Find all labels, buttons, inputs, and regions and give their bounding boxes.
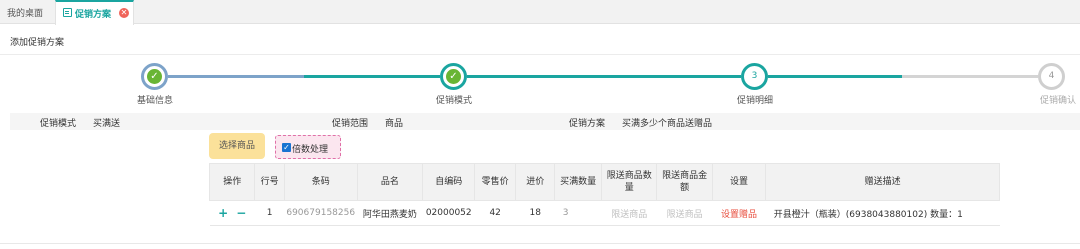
step-4-label: 促销确认: [1039, 96, 1076, 106]
tab-promotion-plan[interactable]: 促销方案 ✕: [55, 0, 134, 25]
step-4-circle: 4: [1038, 63, 1065, 90]
step-connector: [467, 75, 741, 78]
cell-limit-qty[interactable]: 限送商品: [601, 200, 657, 226]
cell-cost: 18: [515, 200, 555, 226]
col-qty: 买满数量: [554, 163, 603, 201]
scope-value: 商品: [385, 119, 404, 129]
divider: [0, 54, 1080, 55]
set-gift-link[interactable]: 设置赠品: [712, 200, 766, 226]
cell-barcode: 690679158256: [284, 200, 358, 226]
cell-line: 1: [254, 200, 285, 226]
step-1-label: 基础信息: [136, 96, 173, 106]
col-retail: 零售价: [474, 163, 517, 201]
col-setting: 设置: [711, 163, 767, 201]
multiple-label: 倍数处理: [292, 145, 329, 155]
multiple-checkbox-wrap[interactable]: ✓ 倍数处理: [275, 135, 341, 159]
tab-bar: 我的桌面 促销方案 ✕: [0, 0, 1080, 25]
divider: [0, 243, 1080, 244]
mode-key: 促销模式: [40, 119, 77, 129]
col-cost: 进价: [515, 163, 556, 201]
mode-value: 买满送: [93, 119, 121, 129]
page-title: 添加促销方案: [10, 38, 65, 48]
list-icon: [63, 8, 72, 17]
step-connector: [902, 75, 1038, 78]
col-code: 自编码: [422, 163, 476, 201]
col-line: 行号: [254, 163, 285, 201]
table-header-row: 操作 行号 条码 品名 自编码 零售价 进价 买满数量 限送商品数量 限送商品金…: [208, 163, 1000, 201]
tab-home[interactable]: 我的桌面: [7, 6, 43, 19]
plan-key: 促销方案: [569, 119, 606, 129]
checkbox-checked-icon[interactable]: ✓: [282, 143, 291, 152]
cell-desc: 开县橙汁（瓶装）(6938043880102) 数量：1: [765, 200, 1000, 226]
col-limit-amt: 限送商品金额: [656, 163, 713, 201]
step-connector: [768, 75, 902, 78]
cell-name: 阿华田燕麦奶: [357, 200, 423, 226]
remove-row-icon[interactable]: −: [236, 206, 246, 220]
step-2-circle: ✓: [440, 63, 467, 90]
info-row: [10, 113, 1080, 130]
step-connector: [168, 75, 304, 78]
col-limit-qty: 限送商品数量: [601, 163, 658, 201]
cell-limit-amt[interactable]: 限送商品: [656, 200, 713, 226]
col-desc: 赠送描述: [765, 163, 1000, 201]
step-3-circle: 3: [741, 63, 768, 90]
select-product-button[interactable]: 选择商品: [209, 133, 265, 159]
check-icon: ✓: [446, 69, 461, 84]
step-3-label: 促销明细: [736, 96, 773, 106]
add-row-icon[interactable]: +: [218, 206, 228, 220]
table-row: + − 1 690679158256 阿华田燕麦奶 02000052 42 18 …: [209, 200, 1000, 226]
col-name: 品名: [356, 163, 424, 201]
check-icon: ✓: [147, 69, 162, 84]
plan-value: 买满多少个商品送赠品: [622, 119, 713, 129]
col-barcode: 条码: [283, 163, 358, 201]
promotion-detail-table: 操作 行号 条码 品名 自编码 零售价 进价 买满数量 限送商品数量 限送商品金…: [208, 163, 1000, 226]
tab-label: 促销方案: [75, 10, 112, 20]
close-icon[interactable]: ✕: [119, 8, 129, 18]
col-op: 操作: [208, 163, 256, 201]
row-ops: + −: [209, 200, 255, 226]
cell-code: 02000052: [422, 200, 475, 226]
step-2-label: 促销模式: [435, 96, 472, 106]
step-1-circle: ✓: [141, 63, 168, 90]
cell-qty[interactable]: 3: [554, 200, 602, 226]
cell-retail: 42: [474, 200, 516, 226]
step-connector: [304, 75, 440, 78]
scope-key: 促销范围: [332, 119, 369, 129]
